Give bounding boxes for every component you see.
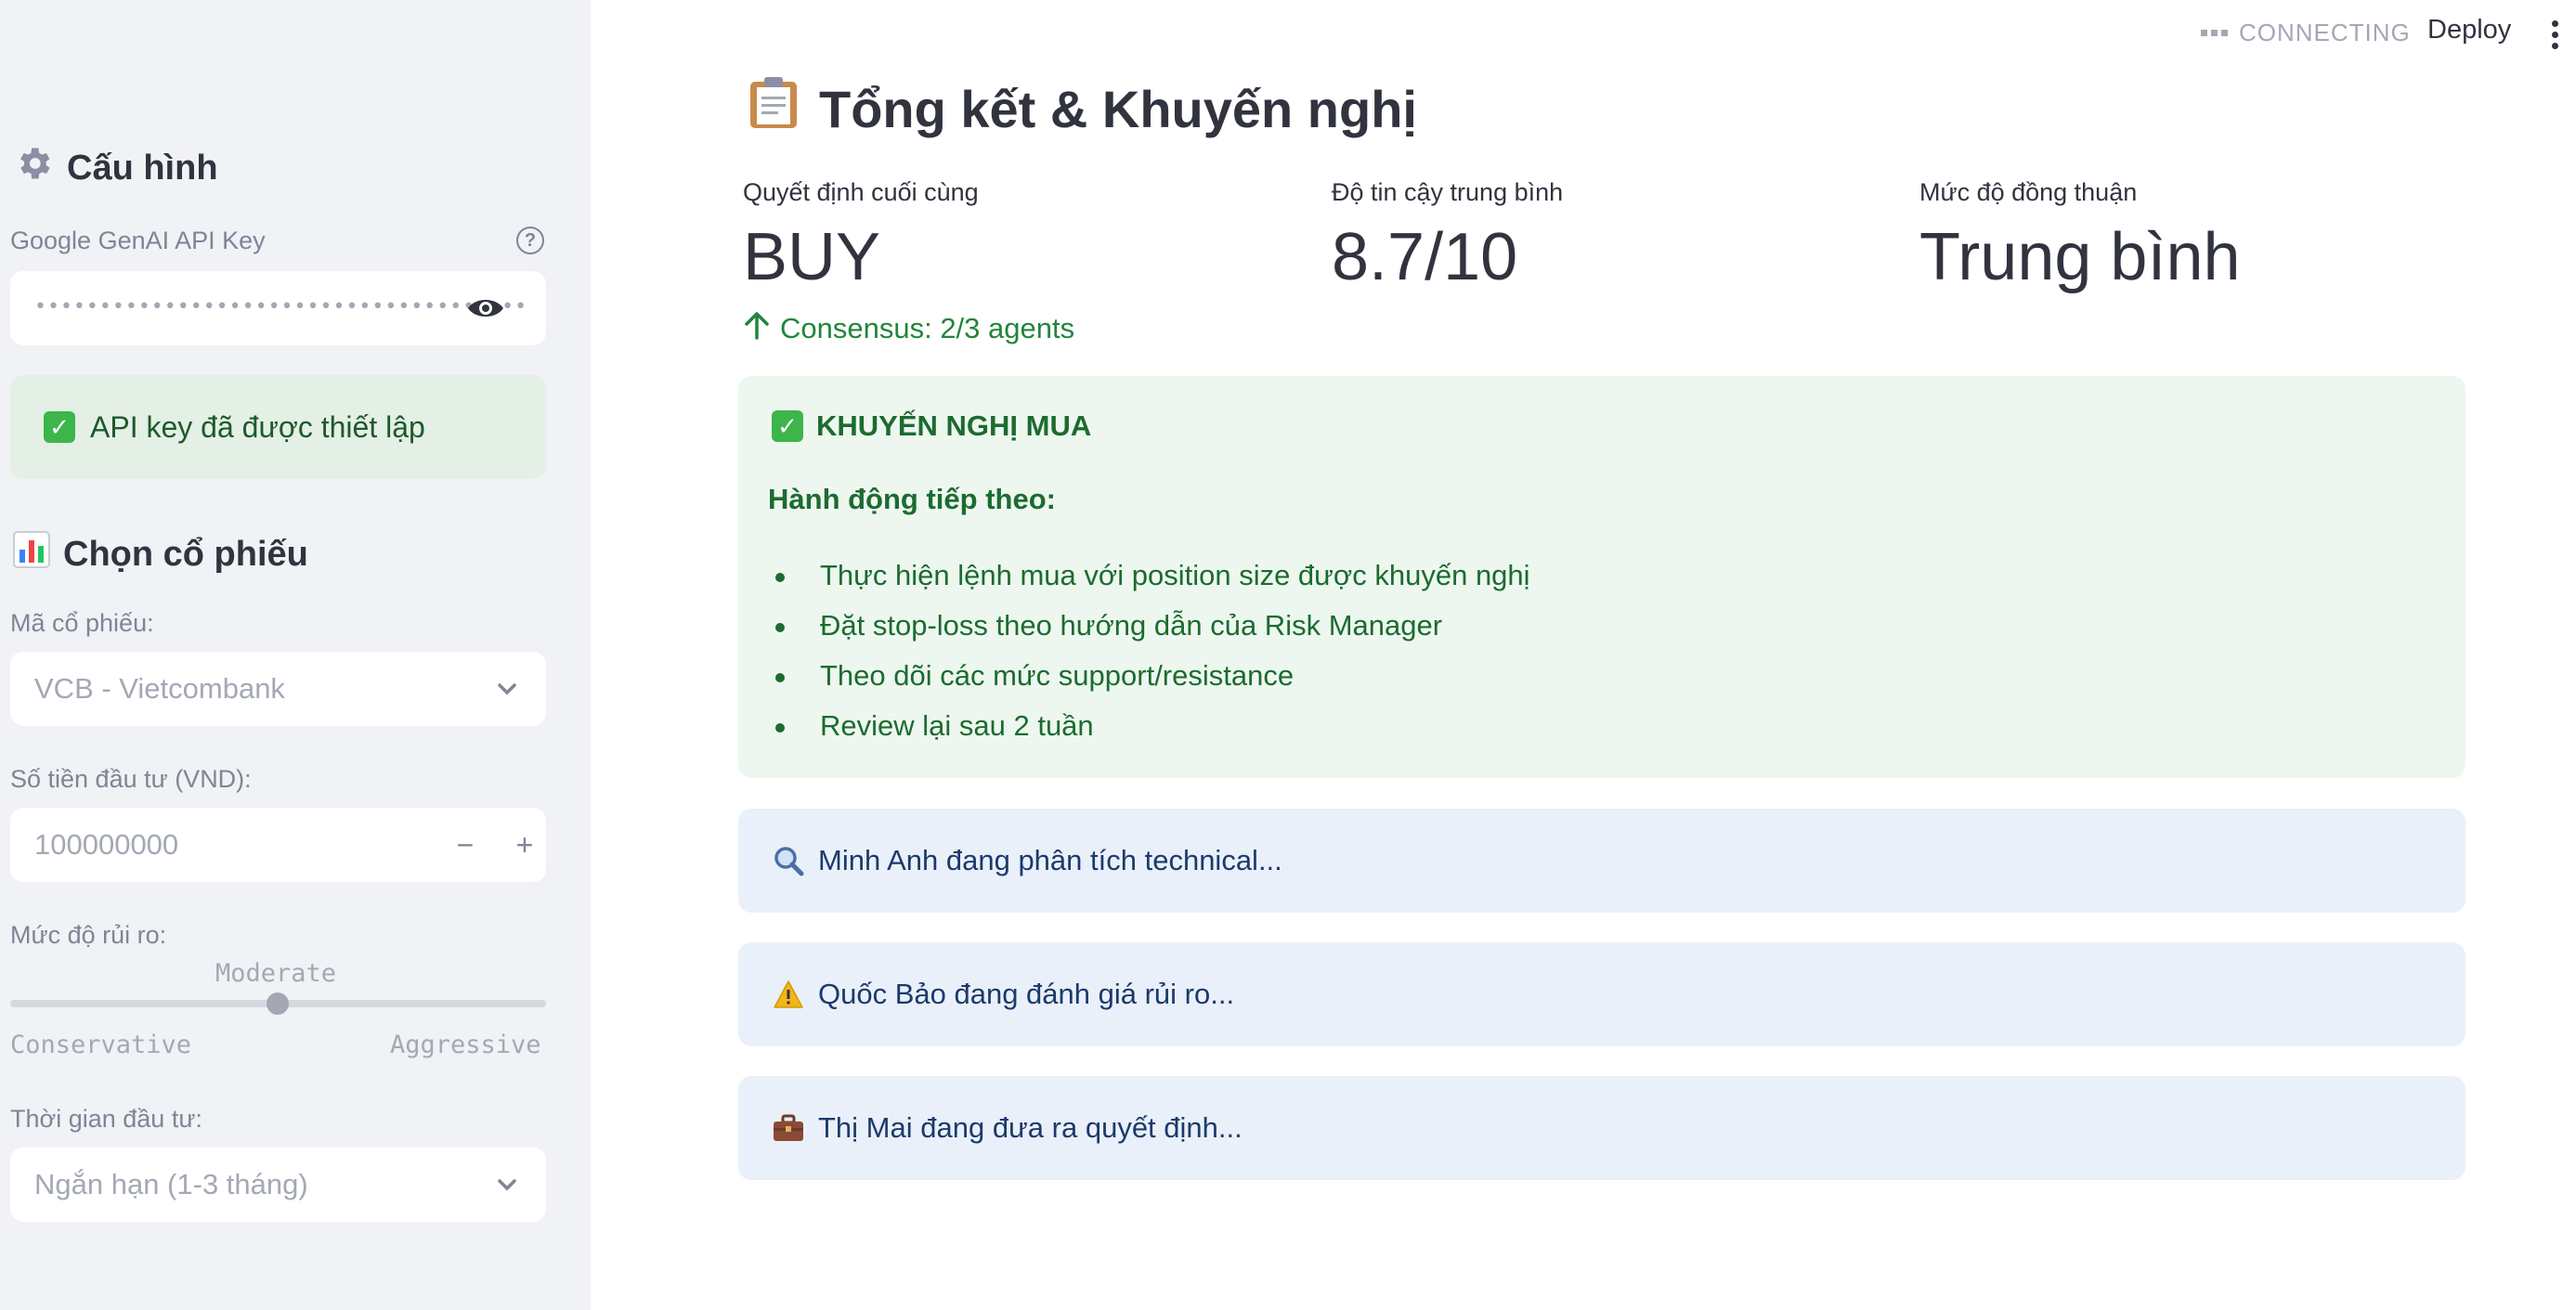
eye-icon[interactable] — [466, 295, 505, 326]
deploy-button[interactable]: Deploy — [2427, 15, 2511, 45]
api-key-label: Google GenAI API Key — [10, 227, 266, 254]
horizon-select-value: Ngắn hạn (1-3 tháng) — [34, 1168, 308, 1200]
stock-heading-text: Chọn cổ phiếu — [63, 534, 308, 574]
decrement-button[interactable]: − — [445, 824, 486, 865]
recommendation-list: Thực hiện lệnh mua với position size đượ… — [775, 551, 1530, 751]
api-key-input[interactable]: •••••••••••••••••••••••••••••••••••••• — [10, 271, 546, 345]
warning-icon — [772, 978, 805, 1011]
chevron-down-icon — [494, 1172, 520, 1202]
config-heading: Cấu hình — [13, 143, 218, 193]
gear-icon — [13, 143, 54, 193]
agent-status-text: Thị Mai đang đưa ra quyết định... — [818, 1111, 1242, 1144]
recommendation-alert: ✓ KHUYẾN NGHỊ MUA Hành động tiếp theo: T… — [738, 376, 2465, 778]
status-dots-icon — [2201, 30, 2228, 36]
magnifier-icon — [772, 844, 805, 877]
api-success-alert: ✓ API key đã được thiết lập — [10, 375, 546, 479]
list-item: Theo dõi các mức support/resistance — [775, 651, 1530, 701]
bar-chart-icon — [13, 531, 50, 577]
agent-status-text: Minh Anh đang phân tích technical... — [818, 844, 1282, 876]
agent-status-risk: Quốc Bảo đang đánh giá rủi ro... — [738, 942, 2465, 1046]
connection-status: CONNECTING — [2201, 19, 2411, 47]
status-text: CONNECTING — [2239, 19, 2411, 46]
sidebar: Cấu hình Google GenAI API Key ? ••••••••… — [0, 0, 591, 1310]
stock-select-value: VCB - Vietcombank — [34, 672, 285, 705]
increment-button[interactable]: + — [504, 824, 545, 865]
metric-value: 8.7/10 — [1332, 220, 1518, 294]
metric-value: BUY — [743, 220, 881, 294]
api-success-text: API key đã được thiết lập — [90, 409, 425, 444]
consensus-delta: Consensus: 2/3 agents — [743, 310, 1074, 347]
risk-slider-thumb[interactable] — [267, 992, 289, 1015]
list-item: Thực hiện lệnh mua với position size đượ… — [775, 551, 1530, 601]
investment-input[interactable]: 100000000 − + — [10, 808, 546, 882]
consensus-text: Consensus: 2/3 agents — [780, 312, 1075, 344]
recommendation-title-text: KHUYẾN NGHỊ MUA — [816, 409, 1092, 442]
risk-label: Mức độ rủi ro: — [10, 921, 167, 949]
metric-label: Độ tin cậy trung bình — [1332, 178, 1564, 206]
risk-current-value: Moderate — [215, 959, 337, 988]
page-title: Tổng kết & Khuyến nghị — [748, 76, 1417, 142]
stock-select[interactable]: VCB - Vietcombank — [10, 652, 546, 726]
check-icon: ✓ — [772, 410, 803, 442]
recommendation-title: ✓ KHUYẾN NGHỊ MUA — [772, 409, 1091, 443]
config-heading-text: Cấu hình — [67, 148, 218, 188]
clipboard-icon — [748, 76, 799, 142]
agent-status-decision: Thị Mai đang đưa ra quyết định... — [738, 1076, 2465, 1180]
list-item: Review lại sau 2 tuần — [775, 701, 1530, 751]
metric-label: Mức độ đồng thuận — [1919, 178, 2138, 206]
horizon-label: Thời gian đầu tư: — [10, 1105, 202, 1133]
page-title-text: Tổng kết & Khuyến nghị — [819, 80, 1417, 138]
risk-max-label: Aggressive — [390, 1031, 541, 1059]
horizon-select[interactable]: Ngắn hạn (1-3 tháng) — [10, 1148, 546, 1222]
kebab-menu-icon[interactable] — [2552, 20, 2558, 49]
api-key-masked-value: •••••••••••••••••••••••••••••••••••••• — [34, 295, 528, 318]
investment-label: Số tiền đầu tư (VND): — [10, 765, 252, 793]
arrow-up-icon — [743, 310, 771, 347]
check-icon: ✓ — [44, 411, 75, 443]
app-root: Cấu hình Google GenAI API Key ? ••••••••… — [0, 0, 2576, 1310]
metric-value: Trung bình — [1919, 220, 2241, 294]
investment-value: 100000000 — [34, 828, 179, 861]
risk-min-label: Conservative — [10, 1031, 192, 1059]
stock-select-label: Mã cổ phiếu: — [10, 609, 154, 637]
stock-heading: Chọn cổ phiếu — [13, 531, 308, 577]
list-item: Đặt stop-loss theo hướng dẫn của Risk Ma… — [775, 601, 1530, 651]
agent-status-technical: Minh Anh đang phân tích technical... — [738, 809, 2465, 913]
metric-label: Quyết định cuối cùng — [743, 178, 979, 206]
agent-status-text: Quốc Bảo đang đánh giá rủi ro... — [818, 978, 1235, 1010]
help-icon[interactable]: ? — [516, 227, 544, 254]
briefcase-icon — [772, 1111, 805, 1145]
chevron-down-icon — [494, 676, 520, 707]
recommendation-subtitle: Hành động tiếp theo: — [768, 483, 1056, 515]
